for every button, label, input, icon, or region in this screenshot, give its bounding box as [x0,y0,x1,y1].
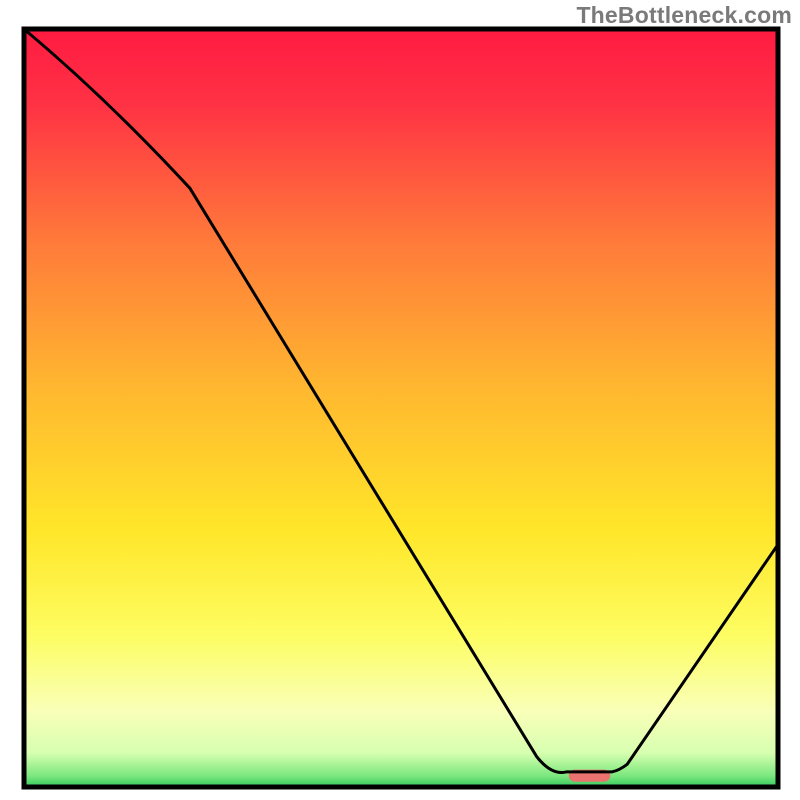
plot-background [24,29,778,787]
chart-container: TheBottleneck.com [0,0,800,800]
watermark-text: TheBottleneck.com [576,2,792,29]
bottleneck-chart [0,0,800,800]
